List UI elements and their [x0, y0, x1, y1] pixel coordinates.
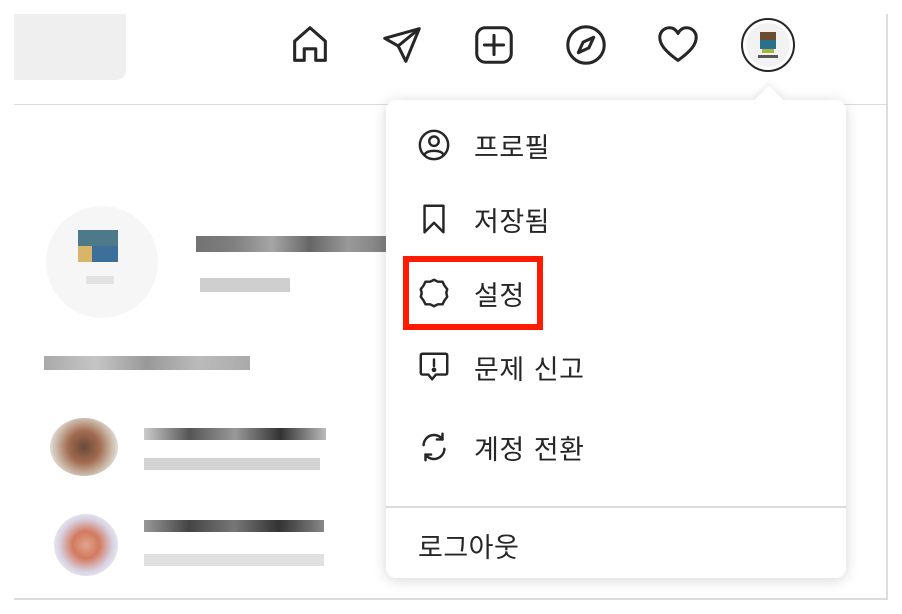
explore-icon[interactable]: [561, 20, 611, 70]
menu-item-label: 저장됨: [474, 206, 551, 238]
top-navigation-bar: [14, 14, 886, 105]
menu-item-settings[interactable]: 설정: [386, 264, 846, 322]
menu-item-label: 설정: [474, 280, 525, 312]
menu-item-label: 계정 전환: [474, 434, 585, 466]
blurred-suggestion-meta-2: [144, 554, 324, 566]
direct-message-icon[interactable]: [377, 20, 427, 70]
app-frame: 프로필 저장됨 설정 문제 신고 계정 전환 로그아웃: [14, 14, 888, 600]
settings-gear-icon: [416, 275, 452, 311]
menu-item-switch-account[interactable]: 계정 전환: [386, 418, 846, 476]
profile-avatar[interactable]: [741, 18, 795, 72]
blurred-subtitle: [200, 278, 290, 292]
logout-button[interactable]: 로그아웃: [386, 516, 846, 574]
blurred-suggestion-avatar-1: [50, 418, 118, 476]
blurred-suggestion-meta-1: [144, 458, 320, 470]
activity-heart-icon[interactable]: [653, 20, 703, 70]
switch-account-icon: [416, 429, 452, 465]
search-box[interactable]: [14, 14, 126, 80]
menu-item-saved[interactable]: 저장됨: [386, 190, 846, 248]
blurred-profile-avatar: [46, 206, 158, 318]
logout-label: 로그아웃: [418, 532, 520, 564]
blurred-suggestion-name-1: [144, 428, 326, 440]
report-problem-icon: [416, 349, 452, 385]
bookmark-icon: [416, 201, 452, 237]
menu-item-label: 프로필: [474, 132, 551, 164]
menu-item-profile[interactable]: 프로필: [386, 116, 846, 174]
blurred-suggestions-heading: [44, 356, 250, 370]
menu-item-label: 문제 신고: [474, 354, 585, 386]
menu-item-report-problem[interactable]: 문제 신고: [386, 338, 846, 396]
new-post-icon[interactable]: [469, 20, 519, 70]
blurred-suggestion-name-2: [144, 520, 324, 532]
profile-circle-icon: [416, 127, 452, 163]
blurred-suggestion-avatar-2: [54, 514, 118, 576]
home-icon[interactable]: [285, 20, 335, 70]
blurred-username: [196, 236, 386, 252]
menu-divider: [386, 506, 846, 508]
avatar-image: [746, 23, 790, 67]
account-dropdown-menu: 프로필 저장됨 설정 문제 신고 계정 전환 로그아웃: [386, 100, 846, 578]
